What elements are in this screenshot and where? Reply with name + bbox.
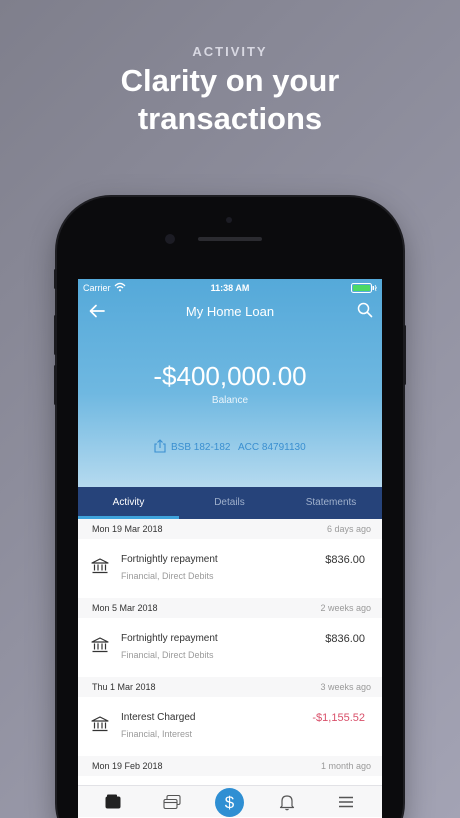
bank-icon: [91, 716, 109, 732]
date-header: Thu 1 Mar 2018 3 weeks ago: [78, 677, 382, 697]
date-label: Mon 5 Mar 2018: [92, 603, 158, 613]
date-label: Mon 19 Mar 2018: [92, 524, 163, 534]
bank-icon: [91, 637, 109, 653]
date-label: Mon 19 Feb 2018: [92, 761, 163, 771]
side-button-power: [403, 325, 406, 385]
menu-icon[interactable]: [337, 793, 355, 811]
activity-list: Mon 19 Mar 2018 6 days ago Fortnightly r…: [78, 519, 382, 776]
cards-icon[interactable]: [163, 793, 181, 811]
transaction-row[interactable]: Interest Charged Financial, Interest -$1…: [78, 697, 382, 756]
promo-kicker: ACTIVITY: [192, 44, 268, 59]
transaction-name: Fortnightly repayment: [121, 633, 218, 644]
transaction-row[interactable]: Fortnightly repayment Financial, Direct …: [78, 539, 382, 598]
transaction-row[interactable]: Fortnightly repayment Financial, Direct …: [78, 618, 382, 677]
side-button-mute: [54, 269, 57, 289]
earpiece-speaker: [198, 237, 262, 241]
balance-amount: -$400,000.00: [153, 361, 307, 391]
wallet-icon[interactable]: [104, 793, 122, 811]
status-time: 11:38 AM: [210, 283, 250, 293]
proximity-sensor: [226, 217, 232, 223]
bank-icon: [91, 558, 109, 574]
relative-date: 1 month ago: [320, 761, 371, 771]
relative-date: 2 weeks ago: [320, 603, 371, 613]
page-title: My Home Loan: [185, 304, 275, 319]
transaction-name: Fortnightly repayment: [121, 554, 218, 565]
promo-title-line-2: transactions: [137, 101, 323, 136]
transaction-category: Financial, Interest: [121, 729, 193, 739]
share-icon[interactable]: [153, 439, 167, 453]
search-icon[interactable]: [357, 302, 373, 318]
tab-bar: Activity Details Statements: [78, 487, 382, 519]
bottom-nav: $: [78, 785, 382, 817]
bell-icon[interactable]: [278, 793, 296, 811]
account-number[interactable]: ACC 84791130: [238, 442, 306, 453]
balance-label: Balance: [211, 395, 249, 406]
transaction-name: Interest Charged: [121, 712, 196, 723]
date-header: Mon 5 Mar 2018 2 weeks ago: [78, 598, 382, 618]
side-button-volume-up: [54, 315, 57, 355]
bsb-number[interactable]: BSB 182-182: [171, 442, 231, 453]
transaction-amount: -$1,155.52: [312, 712, 365, 724]
dollar-icon: $: [224, 793, 235, 812]
transaction-category: Financial, Direct Debits: [121, 650, 214, 660]
side-button-volume-down: [54, 365, 57, 405]
account-header: Carrier 11:38 AM My Home Loan -$400,000.…: [78, 279, 382, 487]
relative-date: 6 days ago: [326, 524, 371, 534]
promo-title-line-1: Clarity on your: [120, 63, 340, 98]
phone-frame: Carrier 11:38 AM My Home Loan -$400,000.…: [54, 197, 406, 818]
front-camera: [165, 234, 175, 244]
date-label: Thu 1 Mar 2018: [92, 682, 156, 692]
date-header: Mon 19 Mar 2018 6 days ago: [78, 519, 382, 539]
tab-details[interactable]: Details: [179, 487, 280, 519]
status-bar: Carrier 11:38 AM: [78, 279, 382, 297]
app-screen: Carrier 11:38 AM My Home Loan -$400,000.…: [78, 279, 382, 818]
relative-date: 3 weeks ago: [320, 682, 371, 692]
date-header: Mon 19 Feb 2018 1 month ago: [78, 756, 382, 776]
pay-button[interactable]: $: [215, 788, 244, 817]
tab-activity[interactable]: Activity: [78, 487, 179, 519]
battery-icon: [351, 283, 377, 293]
transaction-category: Financial, Direct Debits: [121, 571, 214, 581]
tab-statements[interactable]: Statements: [280, 487, 382, 519]
promo-title: Clarity on your transactions: [0, 62, 460, 138]
transaction-amount: $836.00: [325, 633, 365, 645]
transaction-amount: $836.00: [325, 554, 365, 566]
